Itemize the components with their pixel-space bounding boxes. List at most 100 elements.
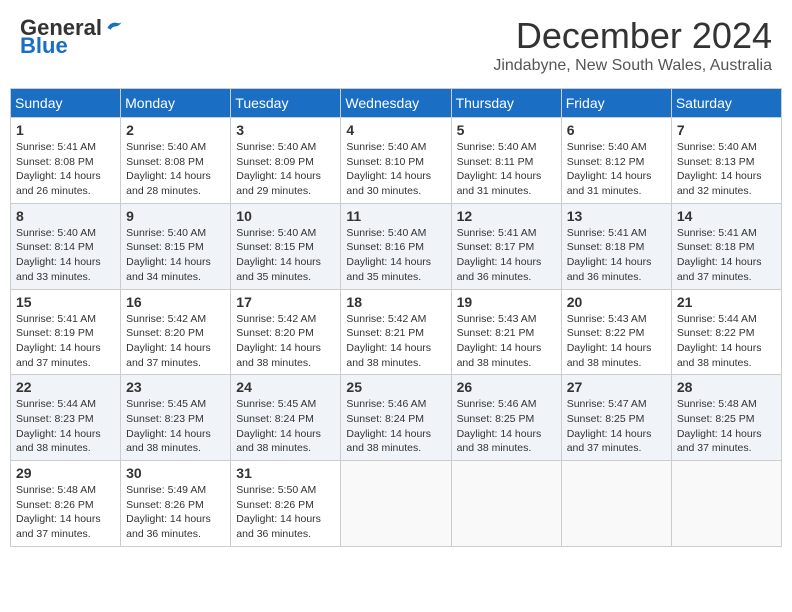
day-number: 8 — [16, 208, 115, 224]
calendar-week-row: 29Sunrise: 5:48 AM Sunset: 8:26 PM Dayli… — [11, 461, 782, 547]
calendar-header-row: SundayMondayTuesdayWednesdayThursdayFrid… — [11, 89, 782, 118]
calendar-cell: 20Sunrise: 5:43 AM Sunset: 8:22 PM Dayli… — [561, 289, 671, 375]
day-number: 19 — [457, 294, 556, 310]
calendar-cell: 14 Sunrise: 5:41 AM Sunset: 8:18 PM Dayli… — [671, 203, 781, 289]
calendar-cell: 8 Sunrise: 5:40 AM Sunset: 8:14 PM Daylig… — [11, 203, 121, 289]
day-info: Sunrise: 5:41 AM Sunset: 8:17 PM Dayligh… — [457, 226, 556, 285]
calendar-cell: 6 Sunrise: 5:40 AM Sunset: 8:12 PM Daylig… — [561, 118, 671, 204]
calendar-cell: 12 Sunrise: 5:41 AM Sunset: 8:17 PM Dayli… — [451, 203, 561, 289]
calendar-cell: 3 Sunrise: 5:40 AM Sunset: 8:09 PM Daylig… — [231, 118, 341, 204]
day-info: Sunrise: 5:47 AM Sunset: 8:25 PM Dayligh… — [567, 397, 666, 456]
calendar-cell: 18Sunrise: 5:42 AM Sunset: 8:21 PM Dayli… — [341, 289, 451, 375]
day-number: 12 — [457, 208, 556, 224]
calendar-header-sunday: Sunday — [11, 89, 121, 118]
day-info: Sunrise: 5:40 AM Sunset: 8:15 PM Dayligh… — [126, 226, 225, 285]
title-section: December 2024 Jindabyne, New South Wales… — [493, 15, 772, 75]
day-number: 17 — [236, 294, 335, 310]
day-info: Sunrise: 5:45 AM Sunset: 8:24 PM Dayligh… — [236, 397, 335, 456]
day-info: Sunrise: 5:44 AM Sunset: 8:23 PM Dayligh… — [16, 397, 115, 456]
calendar-header-saturday: Saturday — [671, 89, 781, 118]
day-info: Sunrise: 5:42 AM Sunset: 8:20 PM Dayligh… — [236, 312, 335, 371]
calendar-cell: 24 Sunrise: 5:45 AM Sunset: 8:24 PM Dayli… — [231, 375, 341, 461]
day-info: Sunrise: 5:40 AM Sunset: 8:15 PM Dayligh… — [236, 226, 335, 285]
day-info: Sunrise: 5:40 AM Sunset: 8:12 PM Dayligh… — [567, 140, 666, 199]
calendar-cell: 5 Sunrise: 5:40 AM Sunset: 8:11 PM Daylig… — [451, 118, 561, 204]
calendar-header-tuesday: Tuesday — [231, 89, 341, 118]
calendar-header-friday: Friday — [561, 89, 671, 118]
day-info: Sunrise: 5:43 AM Sunset: 8:22 PM Dayligh… — [567, 312, 666, 371]
day-number: 30 — [126, 465, 225, 481]
day-info: Sunrise: 5:40 AM Sunset: 8:13 PM Dayligh… — [677, 140, 776, 199]
calendar-header-monday: Monday — [121, 89, 231, 118]
calendar-cell: 29Sunrise: 5:48 AM Sunset: 8:26 PM Dayli… — [11, 461, 121, 547]
day-info: Sunrise: 5:40 AM Sunset: 8:08 PM Dayligh… — [126, 140, 225, 199]
day-number: 10 — [236, 208, 335, 224]
calendar-cell: 26Sunrise: 5:46 AM Sunset: 8:25 PM Dayli… — [451, 375, 561, 461]
day-number: 27 — [567, 379, 666, 395]
calendar-cell: 25 Sunrise: 5:46 AM Sunset: 8:24 PM Dayli… — [341, 375, 451, 461]
logo-bird-icon — [104, 18, 124, 38]
calendar-cell: 28Sunrise: 5:48 AM Sunset: 8:25 PM Dayli… — [671, 375, 781, 461]
calendar-week-row: 15 Sunrise: 5:41 AM Sunset: 8:19 PM Dayli… — [11, 289, 782, 375]
calendar-cell — [561, 461, 671, 547]
day-number: 5 — [457, 122, 556, 138]
day-info: Sunrise: 5:41 AM Sunset: 8:18 PM Dayligh… — [677, 226, 776, 285]
day-number: 9 — [126, 208, 225, 224]
day-info: Sunrise: 5:42 AM Sunset: 8:21 PM Dayligh… — [346, 312, 445, 371]
day-number: 24 — [236, 379, 335, 395]
page-header: General Blue December 2024 Jindabyne, Ne… — [10, 10, 782, 80]
day-number: 28 — [677, 379, 776, 395]
day-number: 25 — [346, 379, 445, 395]
location-subtitle: Jindabyne, New South Wales, Australia — [493, 57, 772, 75]
day-info: Sunrise: 5:50 AM Sunset: 8:26 PM Dayligh… — [236, 483, 335, 542]
day-info: Sunrise: 5:40 AM Sunset: 8:10 PM Dayligh… — [346, 140, 445, 199]
calendar-cell: 9 Sunrise: 5:40 AM Sunset: 8:15 PM Daylig… — [121, 203, 231, 289]
day-number: 2 — [126, 122, 225, 138]
calendar-cell: 15 Sunrise: 5:41 AM Sunset: 8:19 PM Dayli… — [11, 289, 121, 375]
day-info: Sunrise: 5:45 AM Sunset: 8:23 PM Dayligh… — [126, 397, 225, 456]
calendar-cell: 11 Sunrise: 5:40 AM Sunset: 8:16 PM Dayli… — [341, 203, 451, 289]
calendar-cell: 21Sunrise: 5:44 AM Sunset: 8:22 PM Dayli… — [671, 289, 781, 375]
day-info: Sunrise: 5:40 AM Sunset: 8:16 PM Dayligh… — [346, 226, 445, 285]
month-title: December 2024 — [493, 15, 772, 57]
calendar-cell — [671, 461, 781, 547]
logo-blue-text: Blue — [20, 33, 68, 59]
calendar-cell: 31Sunrise: 5:50 AM Sunset: 8:26 PM Dayli… — [231, 461, 341, 547]
day-info: Sunrise: 5:40 AM Sunset: 8:09 PM Dayligh… — [236, 140, 335, 199]
calendar-cell: 13Sunrise: 5:41 AM Sunset: 8:18 PM Dayli… — [561, 203, 671, 289]
calendar-header-wednesday: Wednesday — [341, 89, 451, 118]
calendar-cell — [341, 461, 451, 547]
day-info: Sunrise: 5:40 AM Sunset: 8:14 PM Dayligh… — [16, 226, 115, 285]
day-info: Sunrise: 5:41 AM Sunset: 8:18 PM Dayligh… — [567, 226, 666, 285]
day-info: Sunrise: 5:49 AM Sunset: 8:26 PM Dayligh… — [126, 483, 225, 542]
day-info: Sunrise: 5:41 AM Sunset: 8:19 PM Dayligh… — [16, 312, 115, 371]
day-number: 11 — [346, 208, 445, 224]
day-info: Sunrise: 5:40 AM Sunset: 8:11 PM Dayligh… — [457, 140, 556, 199]
day-info: Sunrise: 5:44 AM Sunset: 8:22 PM Dayligh… — [677, 312, 776, 371]
day-number: 29 — [16, 465, 115, 481]
calendar-week-row: 8 Sunrise: 5:40 AM Sunset: 8:14 PM Daylig… — [11, 203, 782, 289]
day-number: 14 — [677, 208, 776, 224]
calendar-cell: 27 Sunrise: 5:47 AM Sunset: 8:25 PM Dayli… — [561, 375, 671, 461]
calendar-cell: 22 Sunrise: 5:44 AM Sunset: 8:23 PM Dayli… — [11, 375, 121, 461]
logo: General Blue — [20, 15, 124, 59]
day-number: 23 — [126, 379, 225, 395]
day-info: Sunrise: 5:43 AM Sunset: 8:21 PM Dayligh… — [457, 312, 556, 371]
day-number: 3 — [236, 122, 335, 138]
day-number: 6 — [567, 122, 666, 138]
calendar-cell: 2 Sunrise: 5:40 AM Sunset: 8:08 PM Daylig… — [121, 118, 231, 204]
day-info: Sunrise: 5:46 AM Sunset: 8:24 PM Dayligh… — [346, 397, 445, 456]
day-number: 22 — [16, 379, 115, 395]
calendar-cell: 17 Sunrise: 5:42 AM Sunset: 8:20 PM Dayli… — [231, 289, 341, 375]
day-number: 15 — [16, 294, 115, 310]
calendar-table: SundayMondayTuesdayWednesdayThursdayFrid… — [10, 88, 782, 547]
calendar-cell: 16Sunrise: 5:42 AM Sunset: 8:20 PM Dayli… — [121, 289, 231, 375]
calendar-cell: 30 Sunrise: 5:49 AM Sunset: 8:26 PM Dayli… — [121, 461, 231, 547]
calendar-header-thursday: Thursday — [451, 89, 561, 118]
calendar-cell: 4Sunrise: 5:40 AM Sunset: 8:10 PM Daylig… — [341, 118, 451, 204]
day-number: 1 — [16, 122, 115, 138]
calendar-cell: 23 Sunrise: 5:45 AM Sunset: 8:23 PM Dayli… — [121, 375, 231, 461]
day-info: Sunrise: 5:41 AM Sunset: 8:08 PM Dayligh… — [16, 140, 115, 199]
day-info: Sunrise: 5:46 AM Sunset: 8:25 PM Dayligh… — [457, 397, 556, 456]
calendar-cell — [451, 461, 561, 547]
